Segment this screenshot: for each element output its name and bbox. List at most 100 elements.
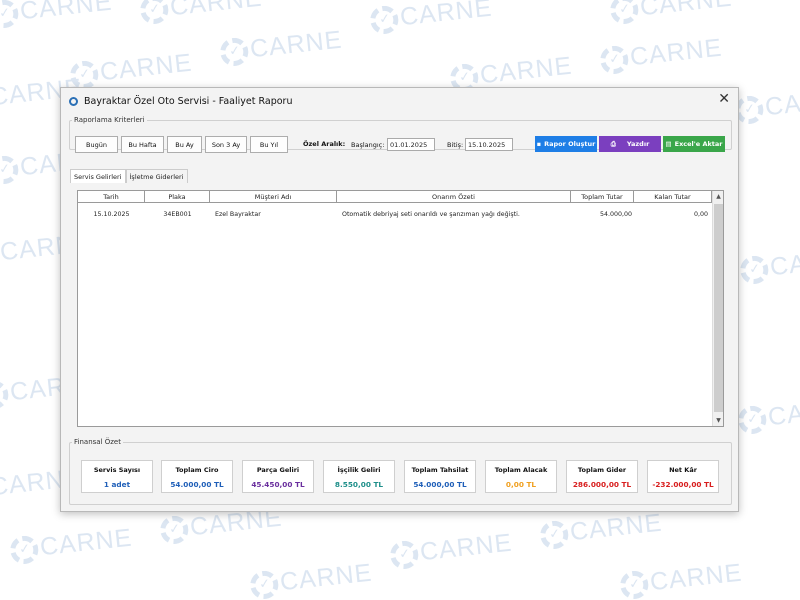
card-value: 286.000,00 TL <box>572 480 632 489</box>
title-bar: Bayraktar Özel Oto Servisi - Faaliyet Ra… <box>61 88 738 114</box>
cell-date: 15.10.2025 <box>93 210 130 218</box>
card-title: Toplam Alacak <box>494 466 548 474</box>
summary-card-total-collection: Toplam Tahsilat 54.000,00 TL <box>404 460 476 493</box>
tab-strip: Servis Gelirleri İşletme Giderleri <box>70 169 188 183</box>
last-3-months-button[interactable]: Son 3 Ay <box>205 136 247 153</box>
card-title: Toplam Ciro <box>175 466 219 474</box>
this-month-button[interactable]: Bu Ay <box>167 136 202 153</box>
col-total-amount[interactable]: Toplam Tutar <box>571 191 634 203</box>
col-remaining-amount[interactable]: Kalan Tutar <box>634 191 712 203</box>
watermark: CARNE <box>68 49 194 91</box>
gear-icon <box>248 569 280 600</box>
gear-icon <box>138 0 170 25</box>
card-value: 1 adet <box>103 480 131 489</box>
report-table[interactable]: Tarih Plaka Müşteri Adı Onarım Özeti Top… <box>77 190 724 427</box>
gear-icon <box>736 404 768 435</box>
gear-icon <box>618 569 650 600</box>
tab-service-income[interactable]: Servis Gelirleri <box>70 169 126 183</box>
card-title: Servis Sayısı <box>93 466 141 474</box>
card-value: 54.000,00 TL <box>170 480 224 489</box>
today-button[interactable]: Bugün <box>75 136 118 153</box>
criteria-legend: Raporlama Kriterleri <box>74 116 145 124</box>
save-icon: ▪ <box>536 140 542 148</box>
start-date-field[interactable]: 01.01.2025 <box>387 138 435 151</box>
excel-icon: ▤ <box>665 140 672 148</box>
gear-icon <box>538 519 570 550</box>
card-value: 0,00 TL <box>505 480 537 489</box>
cell-total-amount: 54.000,00 <box>599 210 632 218</box>
summary-card-parts-income: Parça Geliri 45.450,00 TL <box>242 460 314 493</box>
watermark: CARNE <box>138 0 264 25</box>
this-year-button[interactable]: Bu Yıl <box>250 136 288 153</box>
gear-icon <box>218 36 250 67</box>
watermark: CARNE <box>8 524 134 566</box>
vertical-scrollbar[interactable]: ▲ ▼ <box>712 191 723 426</box>
gear-icon <box>368 4 400 35</box>
custom-range-label: Özel Aralık: <box>303 140 346 148</box>
watermark: CARNE <box>218 26 344 68</box>
create-report-label: Rapor Oluştur <box>544 140 596 148</box>
watermark: CARNE <box>618 559 744 600</box>
gear-icon <box>388 539 420 570</box>
card-title: Parça Geliri <box>256 466 300 474</box>
watermark: CARNE <box>248 559 374 600</box>
scroll-up-icon[interactable]: ▲ <box>713 191 724 202</box>
gear-icon <box>608 0 640 25</box>
col-repair-summary[interactable]: Onarım Özeti <box>337 191 571 203</box>
card-value: 45.450,00 TL <box>251 480 305 489</box>
window-title: Bayraktar Özel Oto Servisi - Faaliyet Ra… <box>84 95 293 107</box>
report-window: Bayraktar Özel Oto Servisi - Faaliyet Ra… <box>60 87 739 512</box>
table-row[interactable]: 15.10.2025 34EB001 Ezel Bayraktar Otomat… <box>78 209 712 219</box>
watermark: CARNE <box>733 84 800 126</box>
close-icon[interactable]: ✕ <box>718 91 730 107</box>
card-value: 8.550,00 TL <box>334 480 384 489</box>
end-date-label: Bitiş: <box>447 141 464 149</box>
cell-plate: 34EB001 <box>163 210 192 218</box>
gear-icon <box>0 154 20 185</box>
scrollbar-thumb[interactable] <box>714 204 723 412</box>
this-week-button[interactable]: Bu Hafta <box>121 136 164 153</box>
cell-remaining-amount: 0,00 <box>693 210 708 218</box>
watermark: CARNE <box>0 0 114 29</box>
printer-icon: ⎙ <box>610 139 616 148</box>
end-date-field[interactable]: 15.10.2025 <box>465 138 513 151</box>
watermark: CARNE <box>738 244 800 286</box>
card-value: 54.000,00 TL <box>413 480 467 489</box>
watermark: CARNE <box>598 34 724 76</box>
create-report-button[interactable]: ▪ Rapor Oluştur <box>535 136 597 152</box>
col-customer[interactable]: Müşteri Adı <box>210 191 337 203</box>
app-icon <box>69 96 78 106</box>
gear-icon <box>598 44 630 75</box>
card-title: İşçilik Geliri <box>337 466 381 474</box>
summary-card-total-receivable: Toplam Alacak 0,00 TL <box>485 460 557 493</box>
summary-card-service-count: Servis Sayısı 1 adet <box>81 460 153 493</box>
print-button[interactable]: ⎙ Yazdır <box>599 136 661 152</box>
gear-icon <box>0 0 20 29</box>
summary-card-labor-income: İşçilik Geliri 8.550,00 TL <box>323 460 395 493</box>
summary-card-total-revenue: Toplam Ciro 54.000,00 TL <box>161 460 233 493</box>
print-label: Yazdır <box>626 140 650 148</box>
watermark: CARNE <box>736 394 800 436</box>
gear-icon <box>8 534 40 565</box>
export-excel-button[interactable]: ▤ Excel'e Aktar <box>663 136 725 152</box>
table-header: Tarih Plaka Müşteri Adı Onarım Özeti Top… <box>78 191 712 203</box>
scroll-down-icon[interactable]: ▼ <box>713 415 724 426</box>
export-excel-label: Excel'e Aktar <box>674 140 723 148</box>
tab-operating-expenses[interactable]: İşletme Giderleri <box>125 169 188 183</box>
summary-card-net-profit: Net Kâr -232.000,00 TL <box>647 460 719 493</box>
card-value: -232.000,00 TL <box>652 480 714 489</box>
watermark: CARNE <box>388 529 514 571</box>
watermark: CARNE <box>368 0 494 35</box>
watermark: CARNE <box>608 0 734 25</box>
financial-summary-legend: Finansal Özet <box>74 438 121 446</box>
summary-card-total-expense: Toplam Gider 286.000,00 TL <box>566 460 638 493</box>
col-date[interactable]: Tarih <box>78 191 145 203</box>
col-plate[interactable]: Plaka <box>145 191 210 203</box>
gear-icon <box>738 254 770 285</box>
gear-icon <box>0 379 10 410</box>
start-date-label: Başlangıç: <box>351 141 385 149</box>
card-title: Net Kâr <box>669 466 697 474</box>
cell-repair-summary: Otomatik debriyaj seti onarıldı ve şanzı… <box>342 210 520 218</box>
card-title: Toplam Gider <box>577 466 627 474</box>
card-title: Toplam Tahsilat <box>411 466 469 474</box>
